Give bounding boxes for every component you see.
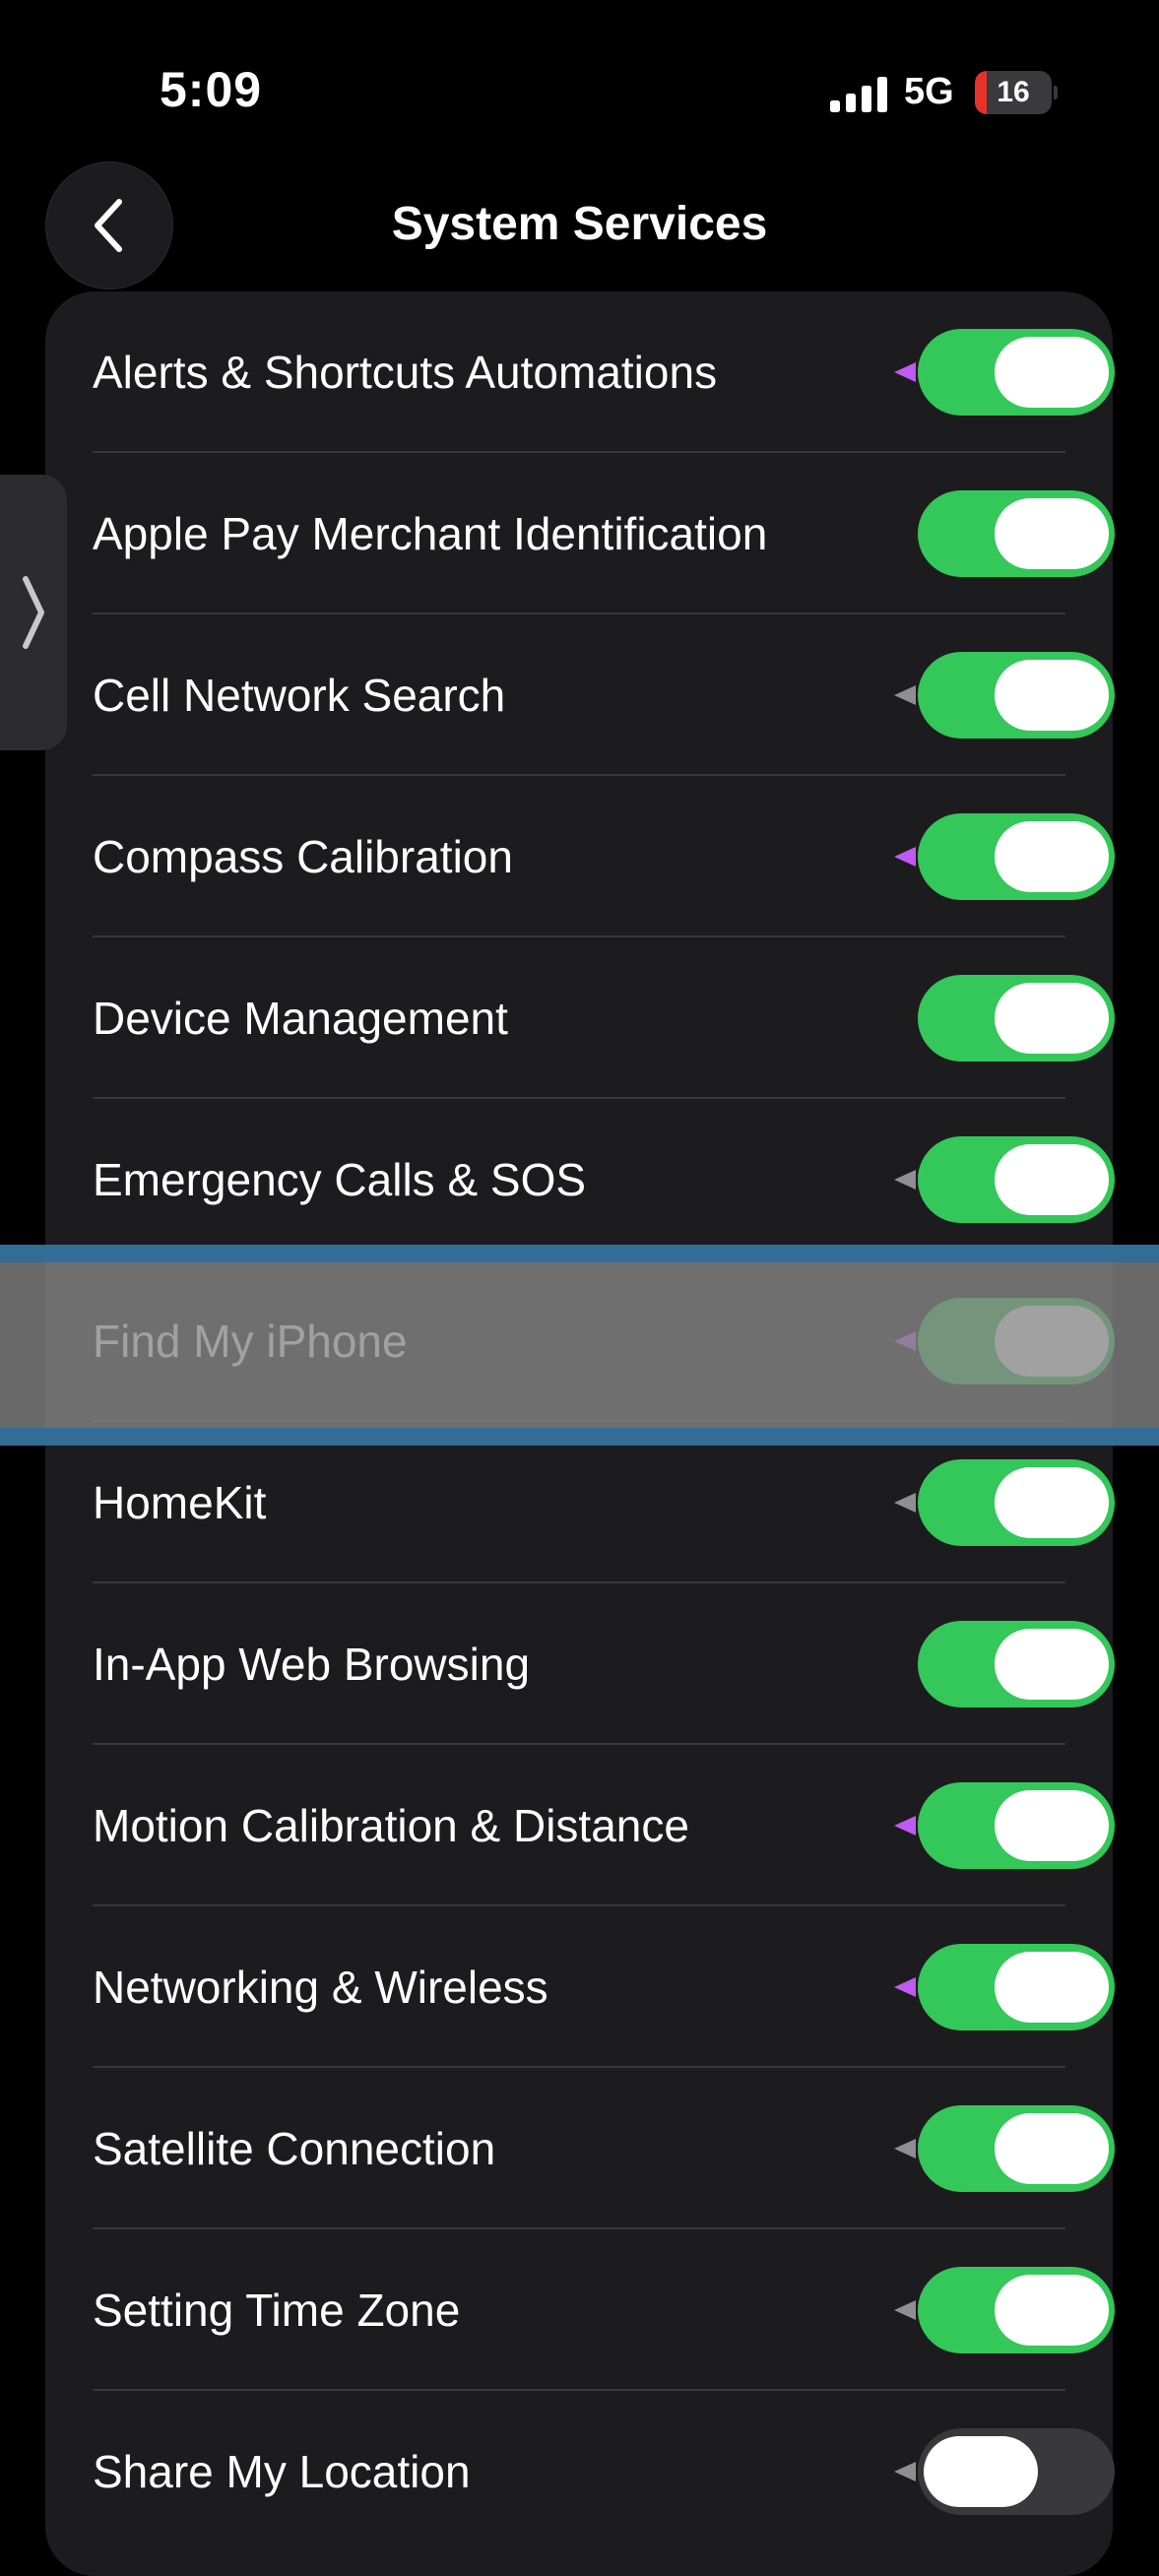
- service-row: Device Management: [93, 937, 1115, 1099]
- location-arrow-icon: [894, 847, 916, 867]
- location-arrow-icon: [894, 1816, 916, 1835]
- location-arrow-icon: [894, 2462, 916, 2481]
- services-list: Alerts & Shortcuts Automations Apple Pay …: [45, 291, 1115, 2576]
- service-toggle[interactable]: [918, 2267, 1115, 2353]
- battery-icon: 16: [975, 71, 1058, 114]
- service-label: Emergency Calls & SOS: [93, 1154, 587, 1205]
- toggle-knob: [995, 2113, 1109, 2184]
- service-label: Satellite Connection: [93, 2123, 496, 2174]
- toggle-knob: [995, 1952, 1109, 2023]
- battery-level: 16: [997, 76, 1030, 108]
- service-row: Setting Time Zone: [93, 2229, 1115, 2391]
- location-arrow-icon: [894, 1977, 916, 1997]
- toggle-knob: [995, 821, 1109, 892]
- service-toggle[interactable]: [918, 1782, 1115, 1869]
- location-arrow-icon: [894, 2300, 916, 2320]
- status-bar: 5:09 5G 16: [0, 0, 1159, 187]
- service-row: Cell Network Search: [93, 614, 1115, 776]
- service-toggle[interactable]: [918, 1136, 1115, 1223]
- service-label: HomeKit: [93, 1477, 267, 1528]
- service-toggle[interactable]: [918, 1944, 1115, 2030]
- battery-nub: [1054, 86, 1058, 99]
- service-row: Emergency Calls & SOS: [93, 1099, 1115, 1260]
- toggle-knob: [995, 983, 1109, 1054]
- service-label: Motion Calibration & Distance: [93, 1800, 689, 1851]
- location-arrow-icon: [894, 685, 916, 705]
- toggle-knob: [995, 2275, 1109, 2346]
- service-toggle[interactable]: [918, 1621, 1115, 1707]
- toggle-knob: [995, 337, 1109, 408]
- service-row: In-App Web Browsing: [93, 1583, 1115, 1745]
- service-toggle[interactable]: [918, 490, 1115, 577]
- page-title: System Services: [391, 198, 768, 250]
- service-row: HomeKit: [93, 1422, 1115, 1583]
- network-type-label: 5G: [904, 71, 954, 112]
- toggle-knob: [995, 1144, 1109, 1215]
- service-row: Networking & Wireless: [93, 1906, 1115, 2068]
- service-toggle[interactable]: [918, 1459, 1115, 1546]
- service-label: Setting Time Zone: [93, 2285, 461, 2336]
- location-arrow-icon: [894, 362, 916, 382]
- service-toggle[interactable]: [918, 975, 1115, 1062]
- chevron-right-icon: [23, 576, 44, 649]
- signal-bars-icon: [830, 77, 887, 112]
- service-row: Share My Location: [93, 2391, 1115, 2552]
- service-toggle[interactable]: [918, 652, 1115, 739]
- service-toggle[interactable]: [918, 1298, 1115, 1385]
- toggle-knob: [924, 2436, 1038, 2507]
- service-row: Alerts & Shortcuts Automations: [93, 291, 1115, 453]
- service-label: Find My iPhone: [93, 1316, 408, 1367]
- toggle-knob: [995, 1629, 1109, 1700]
- service-label: Compass Calibration: [93, 831, 513, 882]
- service-toggle[interactable]: [918, 2428, 1115, 2515]
- toggle-knob: [995, 1306, 1109, 1377]
- service-toggle[interactable]: [918, 813, 1115, 900]
- service-toggle[interactable]: [918, 2105, 1115, 2192]
- service-label: In-App Web Browsing: [93, 1639, 531, 1690]
- service-label: Alerts & Shortcuts Automations: [93, 347, 718, 398]
- location-arrow-icon: [894, 2139, 916, 2158]
- location-arrow-icon: [894, 1493, 916, 1513]
- status-time: 5:09: [160, 62, 263, 117]
- service-row: Apple Pay Merchant Identification: [93, 453, 1115, 614]
- toggle-knob: [995, 1790, 1109, 1861]
- service-row: Motion Calibration & Distance: [93, 1745, 1115, 1906]
- service-label: Share My Location: [93, 2446, 471, 2497]
- toggle-knob: [995, 1467, 1109, 1538]
- service-row: Compass Calibration: [93, 776, 1115, 937]
- location-arrow-icon: [894, 1331, 916, 1351]
- toggle-knob: [995, 498, 1109, 569]
- service-row: Satellite Connection: [93, 2068, 1115, 2229]
- service-label: Device Management: [93, 993, 508, 1044]
- service-toggle[interactable]: [918, 329, 1115, 416]
- side-panel-handle[interactable]: [0, 475, 67, 750]
- service-label: Cell Network Search: [93, 670, 506, 721]
- service-label: Apple Pay Merchant Identification: [93, 508, 768, 559]
- toggle-knob: [995, 660, 1109, 731]
- service-label: Networking & Wireless: [93, 1962, 548, 2013]
- battery-body: 16: [975, 71, 1052, 114]
- location-arrow-icon: [894, 1170, 916, 1190]
- service-row: Find My iPhone: [93, 1260, 1115, 1422]
